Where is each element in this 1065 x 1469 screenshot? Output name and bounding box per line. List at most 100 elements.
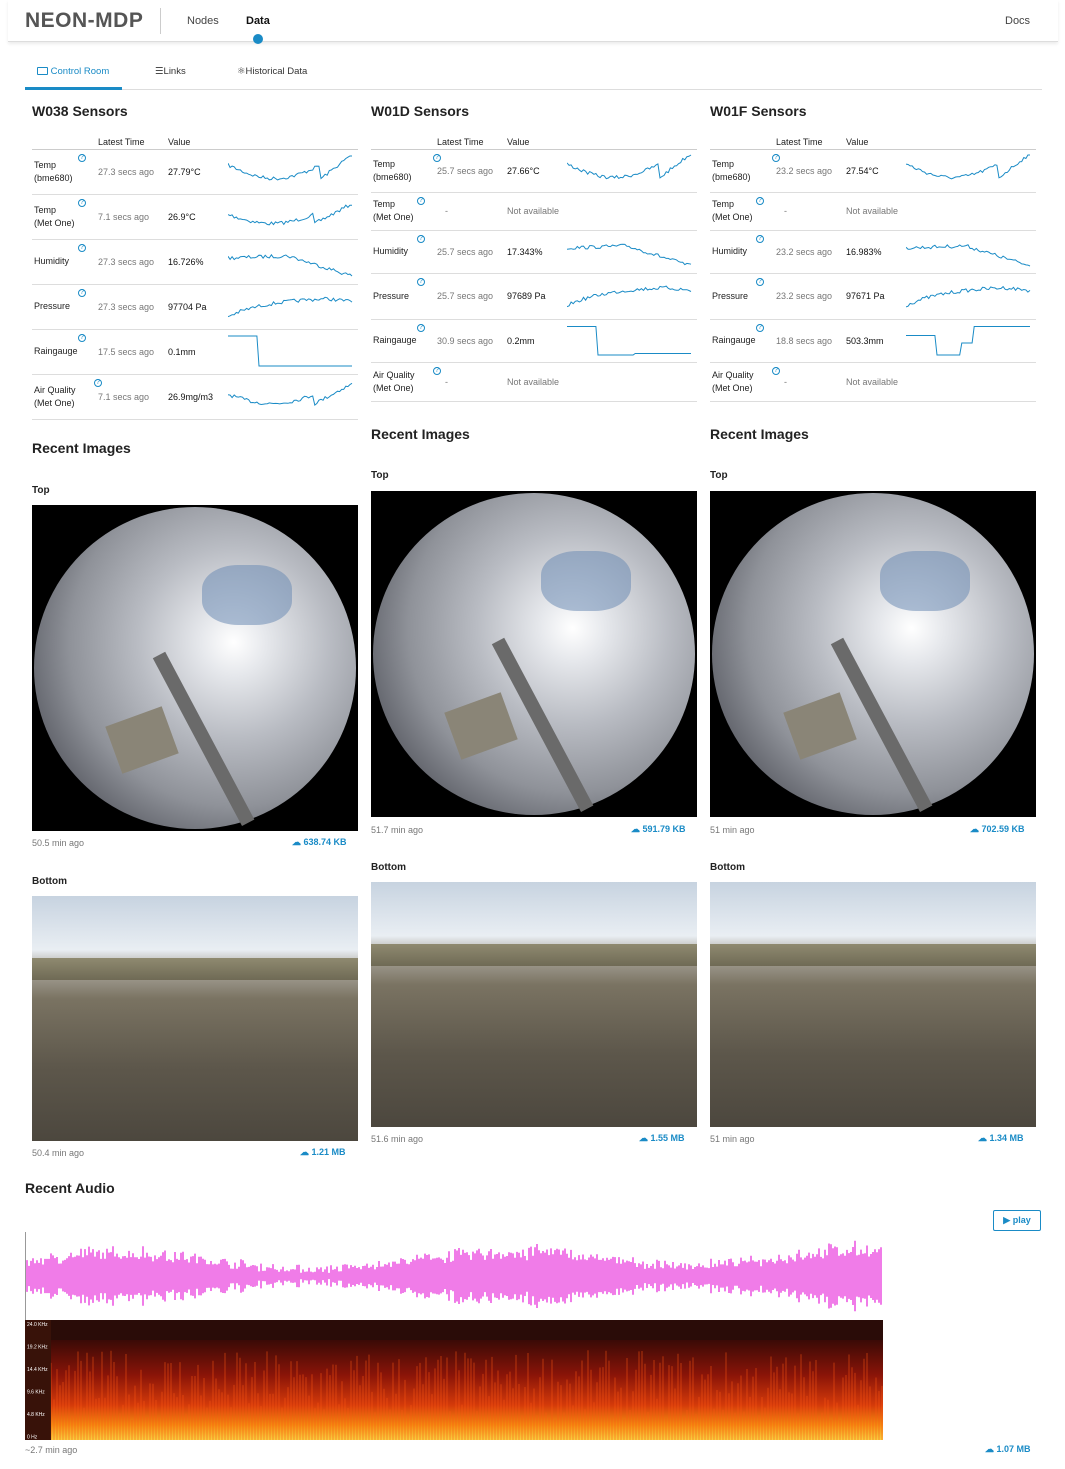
sensor-row: Temp (Met One)? - Not available (710, 192, 1036, 231)
help-icon[interactable]: ? (417, 234, 425, 243)
sensor-name-line2: (Met One) (34, 217, 75, 228)
help-icon[interactable]: ? (78, 288, 86, 297)
help-icon[interactable]: ? (756, 277, 764, 286)
cloud-download-icon: ☁ (631, 824, 640, 834)
tab-links[interactable]: ☰Links (155, 66, 186, 77)
tab-control-room[interactable]: Control Room (37, 66, 109, 77)
sensor-name-line1: Humidity (34, 256, 70, 266)
nav-data[interactable]: Data (246, 15, 270, 27)
sparkline (904, 230, 1036, 274)
sparkline-chart (227, 253, 353, 276)
recent-audio-title: Recent Audio (25, 1180, 115, 1196)
help-icon[interactable]: ? (756, 323, 764, 332)
cloud-download-icon: ☁ (985, 1444, 994, 1454)
sensor-name-line1: Pressure (34, 301, 71, 311)
sparkline-chart (227, 382, 353, 406)
sparkline-chart (566, 243, 692, 265)
sensor-value: Not available (844, 192, 904, 231)
bottom-camera-image[interactable] (32, 896, 358, 1141)
bottom-camera-image[interactable] (710, 882, 1036, 1127)
top-image-download[interactable]: ☁ 591.79 KB (631, 824, 686, 835)
freq-label: 4.8 KHz (27, 1412, 45, 1418)
sensor-row: Temp (Met One)? - Not available (371, 192, 697, 231)
sensor-value: 17.343% (505, 230, 565, 274)
sensor-name: Temp (bme680)? (710, 149, 780, 193)
cloud-download-icon: ☁ (639, 1133, 648, 1143)
audio-download-link[interactable]: ☁ 1.07 MB (985, 1444, 1031, 1455)
bottom-image-time: 50.4 min ago (32, 1148, 85, 1158)
bottom-image-label: Bottom (710, 862, 745, 873)
bottom-image-label: Bottom (371, 862, 406, 873)
tab-bar: Control Room ☰Links ⚛Historical Data (25, 58, 1042, 90)
sensor-name-line2: (Met One) (373, 212, 414, 222)
help-icon[interactable]: ? (433, 153, 441, 162)
sparkline (226, 239, 358, 285)
cloud-download-icon: ☁ (300, 1147, 309, 1157)
sensor-name-line2: (Met One) (712, 382, 753, 393)
help-icon[interactable]: ? (94, 378, 102, 387)
top-image-download[interactable]: ☁ 702.59 KB (970, 824, 1025, 835)
help-icon[interactable]: ? (78, 198, 86, 207)
column-header (226, 136, 358, 150)
help-icon[interactable]: ? (78, 333, 86, 342)
sensor-name: Temp (Met One)? (371, 192, 435, 231)
nav-nodes[interactable]: Nodes (187, 15, 219, 27)
fisheye-sky (373, 493, 695, 815)
top-camera-image[interactable] (710, 491, 1036, 817)
sensor-name-line1: Raingauge (712, 335, 756, 345)
help-icon[interactable]: ? (417, 196, 425, 205)
tab-label: Links (163, 66, 186, 77)
sky-patch (880, 551, 970, 611)
nav-docs[interactable]: Docs (1005, 15, 1030, 27)
help-icon[interactable]: ? (756, 196, 764, 205)
help-icon[interactable]: ? (78, 243, 86, 252)
latest-time: - (774, 362, 844, 402)
spectrogram-energy (51, 1340, 883, 1440)
sensor-name-line2: (bme680) (34, 172, 73, 183)
play-button[interactable]: ▶ play (993, 1210, 1041, 1231)
tab-label: Control Room (50, 66, 110, 77)
sensor-name: Temp (Met One)? (710, 192, 774, 231)
bottom-image-download[interactable]: ☁ 1.55 MB (639, 1133, 685, 1144)
logo[interactable]: NEON-MDP (25, 9, 143, 33)
column-header: Value (844, 136, 904, 150)
help-icon[interactable]: ? (417, 277, 425, 286)
sensor-name: Pressure? (710, 273, 774, 320)
sensor-table: Latest Time Value Temp (bme680)? 25.7 secs … (371, 136, 697, 402)
bottom-image-download[interactable]: ☁ 1.34 MB (978, 1133, 1024, 1144)
top-image-download[interactable]: ☁ 638.74 KB (292, 837, 347, 848)
tab-historical-data[interactable]: ⚛Historical Data (237, 66, 307, 77)
sensor-name: Humidity? (710, 230, 774, 274)
sparkline (226, 374, 358, 420)
top-image-label: Top (371, 470, 389, 481)
sensor-value: 16.983% (844, 230, 904, 274)
latest-time: 7.1 secs ago (96, 194, 166, 240)
sparkline-chart (905, 243, 1031, 266)
help-icon[interactable]: ? (756, 234, 764, 243)
help-icon[interactable]: ? (772, 153, 780, 162)
latest-time: - (435, 362, 505, 402)
sky-patch (202, 565, 292, 625)
bottom-image-download[interactable]: ☁ 1.21 MB (300, 1147, 346, 1158)
bottom-camera-image[interactable] (371, 882, 697, 1127)
sparkline-chart (905, 285, 1031, 308)
sensor-name: Pressure? (32, 284, 96, 330)
top-nav: NEON-MDP Nodes Data Docs (8, 0, 1058, 44)
sensor-row: Pressure? 23.2 secs ago 97671 Pa (710, 273, 1036, 320)
top-camera-image[interactable] (371, 491, 697, 817)
horizon-hills (32, 958, 358, 980)
tab-label: Historical Data (245, 66, 308, 77)
horizon-hills (710, 944, 1036, 966)
help-icon[interactable]: ? (417, 323, 425, 332)
sparkline-line (227, 253, 353, 276)
freq-label: 9.6 KHz (27, 1390, 45, 1396)
sensor-name: Air Quality (Met One)? (32, 374, 102, 420)
sensor-value: 97704 Pa (166, 284, 226, 330)
help-icon[interactable]: ? (78, 153, 86, 162)
sparkline-line (227, 203, 353, 225)
sensor-value: 26.9°C (166, 194, 226, 240)
top-camera-image[interactable] (32, 505, 358, 831)
sparkline-line (566, 285, 692, 308)
help-icon[interactable]: ? (433, 366, 441, 375)
help-icon[interactable]: ? (772, 366, 780, 375)
